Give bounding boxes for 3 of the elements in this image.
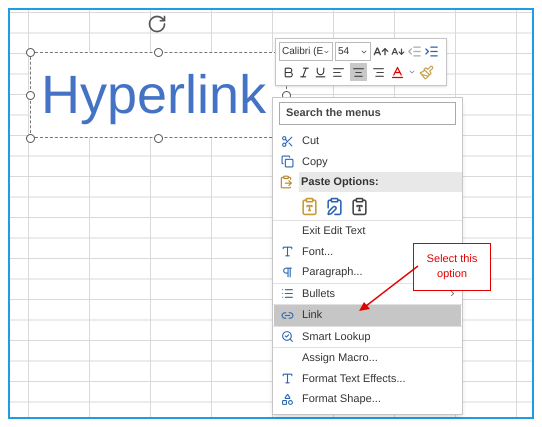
callout-tooltip: Select this option <box>413 243 491 291</box>
menu-header: Paste Options: <box>299 172 462 192</box>
hyperlink-text: Hyperlink <box>41 68 266 122</box>
